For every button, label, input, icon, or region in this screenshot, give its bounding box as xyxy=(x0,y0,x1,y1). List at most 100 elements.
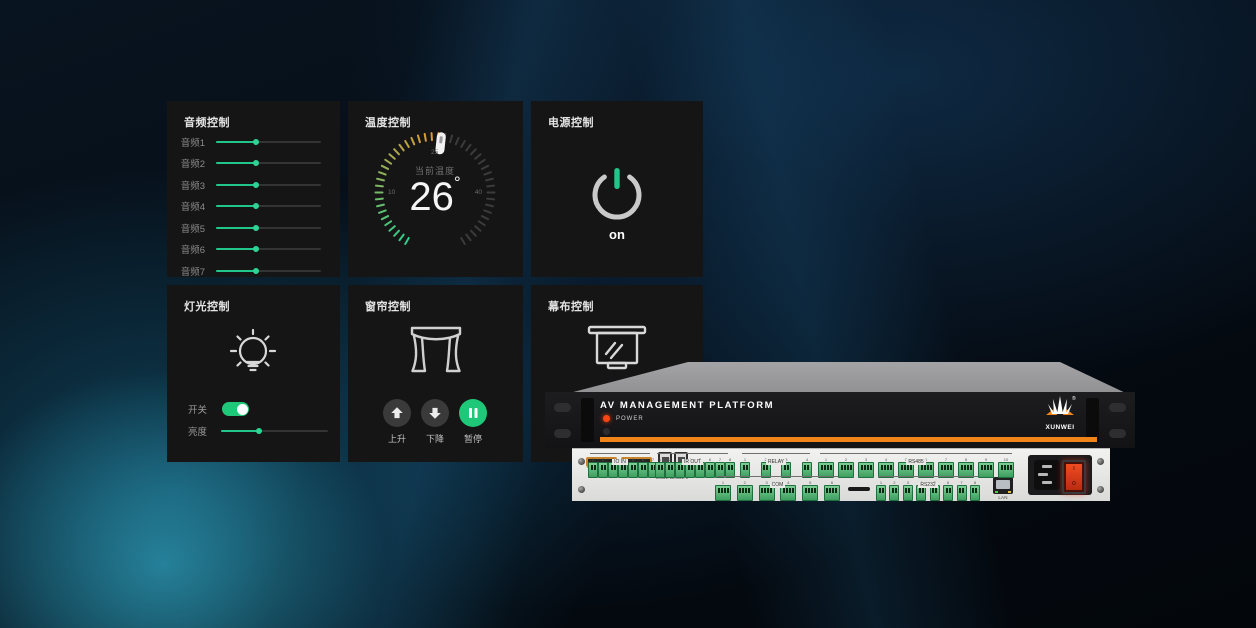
lan-led-amber xyxy=(1008,491,1011,493)
bezel-vent-slot xyxy=(1086,398,1099,442)
audio-slider-list: 音频1 音频2 音频3 音频4 音频5 音频6 音频7 xyxy=(167,131,340,282)
panel-audio-control: 音频控制 音频1 音频2 音频3 音频4 音频5 音频6 音频7 xyxy=(167,101,340,277)
curtain-up-label: 上升 xyxy=(383,432,411,445)
lan-label: LAN xyxy=(987,495,1019,500)
light-switch-toggle[interactable] xyxy=(222,402,249,416)
audio-slider[interactable] xyxy=(216,227,321,229)
curtain-pause-button[interactable] xyxy=(459,399,487,427)
gauge-tick xyxy=(398,233,405,241)
audio-channel-label: 音频6 xyxy=(167,242,205,256)
audio-channel-label: 音频7 xyxy=(167,264,205,278)
slider-handle[interactable] xyxy=(253,225,259,231)
curtain-panel-title: 窗帘控制 xyxy=(365,298,411,314)
screen-panel-title: 幕布控制 xyxy=(548,298,594,314)
audio-channel-label: 音频4 xyxy=(167,199,205,213)
gauge-tick xyxy=(465,143,472,151)
device-title: AV MANAGEMENT PLATFORM xyxy=(600,400,774,411)
terminal-group-label: RS485 xyxy=(906,459,925,465)
terminal-group-label: RS232 xyxy=(918,482,937,488)
screw xyxy=(1097,458,1104,465)
audio-slider-row: 音频7 xyxy=(167,260,340,282)
accent-stripe xyxy=(600,437,1097,442)
gauge-tick xyxy=(465,233,472,241)
audio-slider-row: 音频5 xyxy=(167,217,340,239)
gauge-tick xyxy=(474,224,482,231)
curtain-pause-label: 暂停 xyxy=(459,432,487,445)
brand-logo: ® XUNWEI xyxy=(1037,395,1083,431)
panel-light-control: 灯光控制 开关 亮度 xyxy=(167,285,340,462)
slider-handle[interactable] xyxy=(253,139,259,145)
gauge-scale-max: 40 xyxy=(475,189,482,196)
toggle-knob[interactable] xyxy=(237,404,248,415)
front-panel-button[interactable] xyxy=(603,428,610,435)
power-led-label: POWER xyxy=(616,416,644,422)
gauge-tick xyxy=(398,143,405,151)
audio-slider[interactable] xyxy=(216,141,321,143)
gauge-tick xyxy=(449,134,453,143)
power-rocker-switch[interactable]: I O xyxy=(1062,460,1086,494)
slider-handle[interactable] xyxy=(253,160,259,166)
slider-handle[interactable] xyxy=(256,428,262,434)
gauge-tick xyxy=(410,136,415,145)
rocker-on-mark: I xyxy=(1073,467,1074,472)
curtain-down-button[interactable] xyxy=(421,399,449,427)
slider-handle[interactable] xyxy=(253,246,259,252)
device-top-surface xyxy=(540,350,1140,396)
audio-channel-label: 音频2 xyxy=(167,156,205,170)
rack-ear-hole xyxy=(1109,429,1126,438)
arrow-up-icon xyxy=(388,404,406,422)
audio-slider[interactable] xyxy=(216,162,321,164)
gauge-tick xyxy=(404,139,410,148)
light-brightness-row: 亮度 xyxy=(188,424,328,438)
power-panel-title: 电源控制 xyxy=(548,114,594,130)
curtain-icon xyxy=(405,322,467,385)
gauge-tick xyxy=(417,134,421,143)
terminal-group-com: COM123456 xyxy=(715,476,840,501)
terminal-group-label: RELAY xyxy=(766,459,786,465)
gauge-scale-min: 10 xyxy=(388,189,395,196)
arrow-down-icon xyxy=(426,404,444,422)
gauge-tick xyxy=(384,219,393,226)
gauge-tick xyxy=(454,136,459,145)
gauge-tick xyxy=(393,147,401,155)
panel-temperature-control: 温度控制 当前温度 26° 10 25 40 xyxy=(348,101,523,277)
brightness-label: 亮度 xyxy=(188,424,213,438)
gauge-tick xyxy=(470,147,478,155)
panel-curtain-control: 窗帘控制 上升 下降 暂停 xyxy=(348,285,523,462)
gauge-tick xyxy=(460,236,466,245)
audio-slider[interactable] xyxy=(216,205,321,207)
lan-port xyxy=(993,477,1013,494)
slider-handle[interactable] xyxy=(253,182,259,188)
terminal-group-label: IR OUT xyxy=(682,459,703,465)
slider-handle[interactable] xyxy=(253,268,259,274)
audio-channel-label: 音频5 xyxy=(167,221,205,235)
rack-ear-hole xyxy=(554,429,571,438)
screw xyxy=(578,486,585,493)
gauge-tick xyxy=(470,229,478,237)
power-icon[interactable] xyxy=(585,161,649,230)
card-slot xyxy=(848,487,870,491)
audio-slider-row: 音频6 xyxy=(167,239,340,261)
device-io-panel: HDMI IN HDMI OUT USB2.0 USB2.0 LAN xyxy=(572,448,1110,501)
terminal-group-label: IO IN xyxy=(612,459,628,465)
audio-slider[interactable] xyxy=(216,270,321,272)
temperature-gauge: 当前温度 26° 10 25 40 xyxy=(360,117,510,267)
curtain-up-button[interactable] xyxy=(383,399,411,427)
brand-emblem-icon: ® xyxy=(1043,395,1077,419)
audio-slider-row: 音频3 xyxy=(167,174,340,196)
temperature-value: 26° xyxy=(360,173,510,220)
gauge-tick xyxy=(388,152,396,159)
registered-mark: ® xyxy=(1072,395,1076,402)
power-led xyxy=(603,415,610,422)
audio-slider[interactable] xyxy=(216,248,321,250)
audio-slider-row: 音频2 xyxy=(167,153,340,175)
gauge-tick xyxy=(388,224,396,231)
audio-slider[interactable] xyxy=(216,184,321,186)
brightness-slider[interactable] xyxy=(221,430,328,432)
power-state-text: on xyxy=(531,227,703,242)
audio-slider-row: 音频1 xyxy=(167,131,340,153)
slider-handle[interactable] xyxy=(253,203,259,209)
light-switch-row: 开关 xyxy=(188,402,328,416)
power-module: I O xyxy=(1028,455,1092,495)
av-device: AV MANAGEMENT PLATFORM POWER ® XUNWEI xyxy=(540,350,1140,500)
